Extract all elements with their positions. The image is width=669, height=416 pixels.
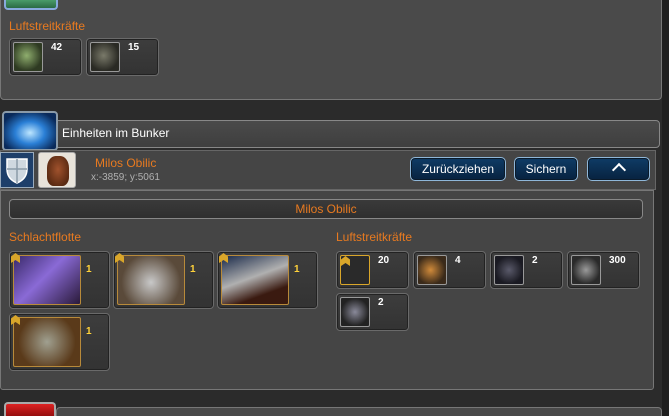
battle-fleet-title: Schlachtflotte <box>9 230 82 244</box>
player-banner: Milos Obilic <box>9 199 643 219</box>
next-category-icon[interactable] <box>4 402 56 416</box>
fighter-mech-icon <box>340 297 370 327</box>
air-force-title: Luftstreitkräfte <box>336 230 413 244</box>
cruiser-ship-icon <box>13 255 81 305</box>
withdraw-button[interactable]: Zurückziehen <box>410 157 506 181</box>
unit-count: 300 <box>609 255 626 266</box>
unit-count: 1 <box>190 264 196 275</box>
bunker-icon <box>2 111 58 151</box>
scrollbar-track[interactable] <box>662 0 669 416</box>
air-unit-slot[interactable]: 2 <box>490 251 563 289</box>
gun-walker-icon <box>117 255 185 305</box>
unit-count: 1 <box>294 264 300 275</box>
top-air-force-title: Luftstreitkräfte <box>9 19 86 33</box>
unit-count: 2 <box>378 297 384 308</box>
unit-count: 1 <box>86 264 92 275</box>
unit-count: 2 <box>532 255 538 266</box>
unit-count: 15 <box>128 42 140 53</box>
air-unit-slot[interactable]: 300 <box>567 251 640 289</box>
unit-slot[interactable]: 15 <box>86 38 159 76</box>
player-coordinates[interactable]: x:-3859; y:5061 <box>91 172 160 183</box>
player-name[interactable]: Milos Obilic <box>95 156 156 170</box>
fleet-unit-slot[interactable]: 1 <box>217 251 318 309</box>
orange-mech-icon <box>417 255 447 285</box>
fleet-unit-slot[interactable]: 1 <box>113 251 214 309</box>
air-unit-slot[interactable]: 2 <box>336 293 409 331</box>
unit-count: 20 <box>378 255 390 266</box>
unit-count: 1 <box>86 326 92 337</box>
top-category-icon[interactable] <box>4 0 58 10</box>
air-unit-slot[interactable]: 4 <box>413 251 486 289</box>
unit-slot[interactable]: 42 <box>9 38 82 76</box>
avatar-figure <box>47 156 69 186</box>
bio-walker-icon <box>13 42 43 72</box>
secure-button[interactable]: Sichern <box>514 157 578 181</box>
capital-ship-icon <box>221 255 289 305</box>
alliance-shield-icon <box>0 152 34 188</box>
spider-drone-icon <box>494 255 524 285</box>
fleet-unit-slot[interactable]: 1 <box>9 251 110 309</box>
mech-trooper-icon <box>90 42 120 72</box>
unit-count: 4 <box>455 255 461 266</box>
air-unit-slot[interactable]: 20 <box>336 251 409 289</box>
next-category-header[interactable] <box>56 407 662 416</box>
unit-count: 42 <box>51 42 63 53</box>
heavy-mech-icon <box>13 317 81 367</box>
gunship-icon <box>571 255 601 285</box>
chevron-up-icon <box>611 162 627 178</box>
bunker-title: Einheiten im Bunker <box>62 126 170 140</box>
avatar[interactable] <box>38 152 76 188</box>
fleet-unit-slot[interactable]: 1 <box>9 313 110 371</box>
collapse-button[interactable] <box>587 157 650 181</box>
